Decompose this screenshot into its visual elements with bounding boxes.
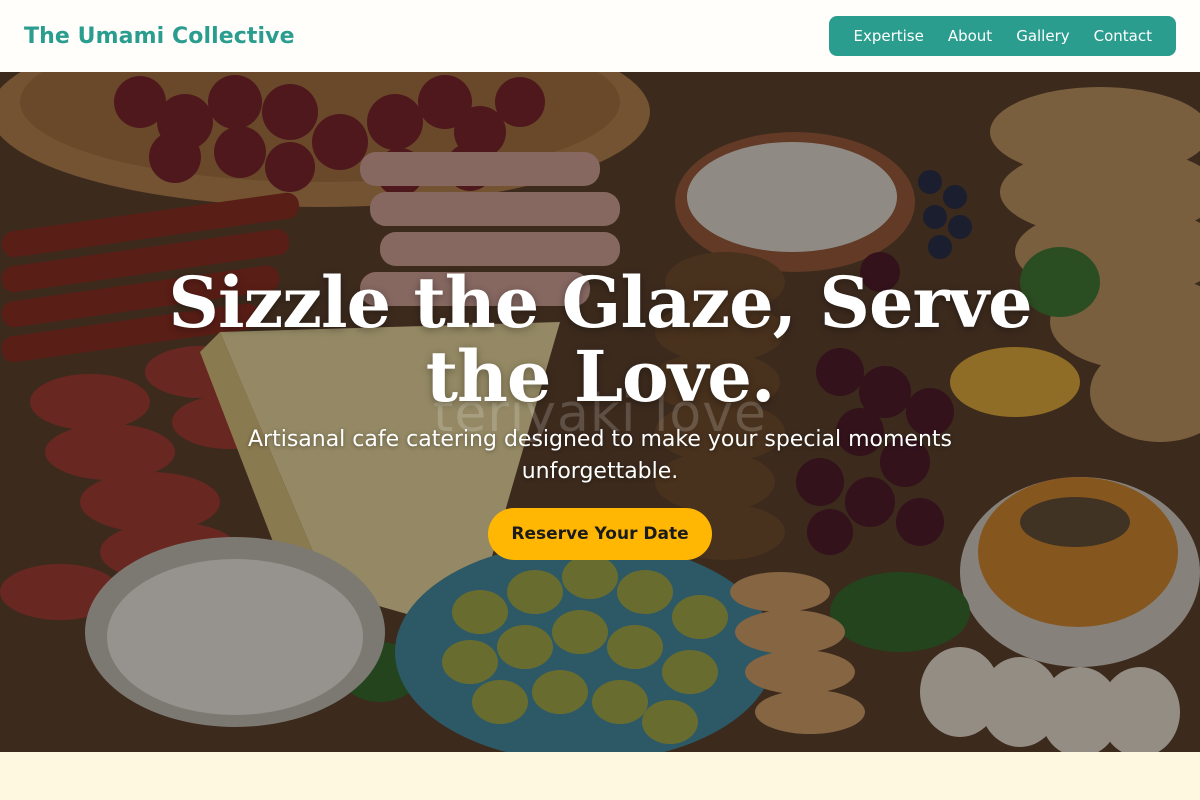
hero-content: Sizzle the Glaze, Serve the Love. Artisa… — [0, 72, 1200, 752]
brand-logo-text[interactable]: The Umami Collective — [24, 24, 295, 49]
reserve-date-button[interactable]: Reserve Your Date — [488, 508, 712, 560]
hero-title: Sizzle the Glaze, Serve the Love. — [168, 261, 1032, 418]
hero-subtitle: Artisanal cafe catering designed to make… — [247, 427, 952, 484]
nav-link-gallery[interactable]: Gallery — [1004, 27, 1081, 45]
nav-link-expertise[interactable]: Expertise — [841, 27, 935, 45]
nav-link-about[interactable]: About — [936, 27, 1004, 45]
next-section — [0, 752, 1200, 800]
site-header: The Umami Collective Expertise About Gal… — [0, 0, 1200, 72]
hero-section: teriyaki love Sizzle the Glaze, Serve th… — [0, 72, 1200, 752]
nav-link-contact[interactable]: Contact — [1082, 27, 1164, 45]
main-nav: Expertise About Gallery Contact — [829, 16, 1176, 56]
